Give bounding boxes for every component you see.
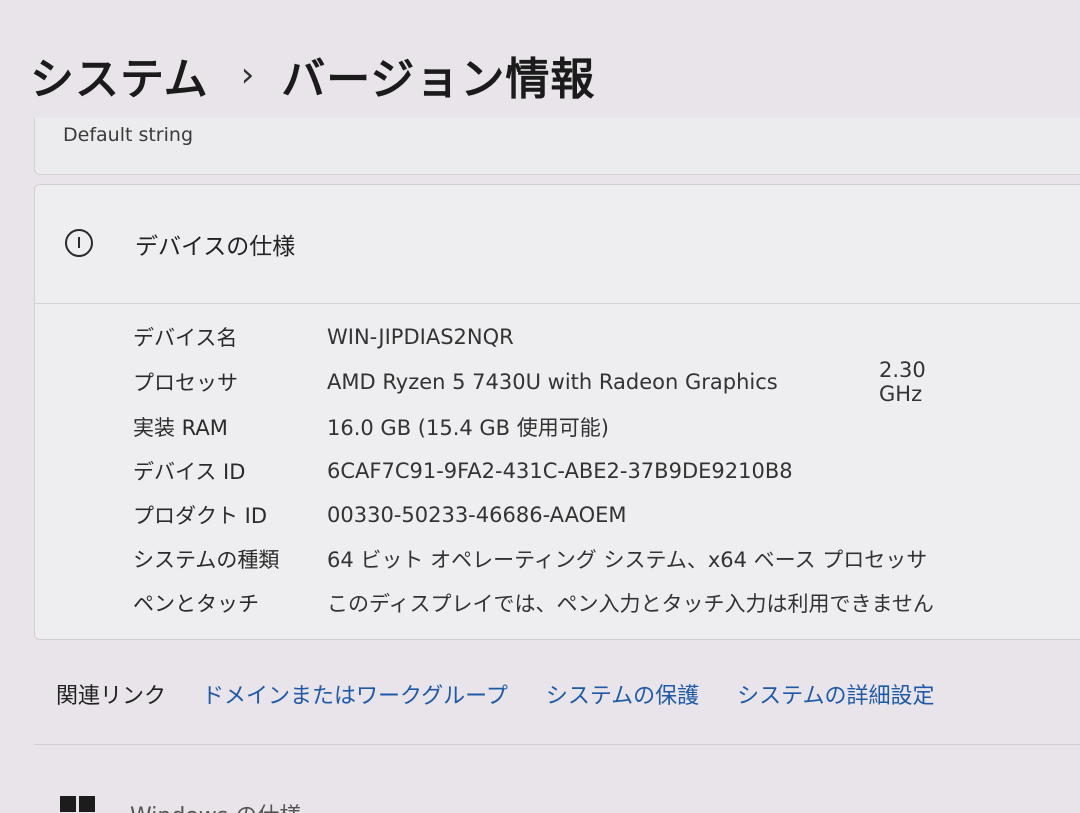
- spec-row-system-type: システムの種類 64 ビット オペレーティング システム、x64 ベース プロセ…: [133, 539, 927, 579]
- spec-value: 16.0 GB (15.4 GB 使用可能): [327, 416, 609, 440]
- breadcrumb-separator-icon: ›: [240, 55, 256, 95]
- spec-row-processor: プロセッサ AMD Ryzen 5 7430U with Radeon Grap…: [133, 358, 926, 406]
- spec-value: WIN-JIPDIAS2NQR: [327, 325, 514, 349]
- previous-card-text: Default string: [63, 124, 194, 146]
- spec-label: 実装 RAM: [133, 416, 228, 440]
- spec-value: AMD Ryzen 5 7430U with Radeon Graphics: [327, 370, 778, 394]
- page-title: バージョン情報: [281, 54, 596, 105]
- spec-value: 00330-50233-46686-AAOEM: [327, 503, 627, 527]
- link-advanced-system-settings[interactable]: システムの詳細設定: [737, 678, 934, 710]
- windows-logo-icon: [60, 796, 96, 813]
- spec-row-product-id: プロダクト ID 00330-50233-46686-AAOEM: [133, 495, 627, 535]
- spec-label: プロセッサ: [133, 371, 238, 395]
- info-icon: [65, 229, 93, 257]
- spec-label: デバイス名: [133, 326, 238, 350]
- spec-value: 64 ビット オペレーティング システム、x64 ベース プロセッサ: [327, 548, 928, 572]
- spec-row-device-name: デバイス名 WIN-JIPDIAS2NQR: [133, 317, 514, 357]
- spec-label: デバイス ID: [133, 460, 246, 484]
- windows-spec-title[interactable]: Windows の仕様: [130, 798, 301, 813]
- link-domain-workgroup[interactable]: ドメインまたはワークグループ: [202, 678, 508, 710]
- link-system-protection[interactable]: システムの保護: [546, 678, 699, 710]
- spec-label: システムの種類: [133, 548, 280, 572]
- device-spec-header[interactable]: デバイスの仕様: [35, 185, 1080, 304]
- processor-speed: 2.30 GHz: [879, 358, 926, 406]
- related-links: 関連リンク ドメインまたはワークグループ システムの保護 システムの詳細設定: [34, 668, 973, 720]
- previous-card: Default string: [34, 118, 1080, 175]
- spec-row-device-id: デバイス ID 6CAF7C91-9FA2-431C-ABE2-37B9DE92…: [133, 451, 793, 491]
- breadcrumb: システム › バージョン情報: [30, 40, 595, 110]
- spec-value: 6CAF7C91-9FA2-431C-ABE2-37B9DE9210B8: [327, 459, 793, 483]
- breadcrumb-parent[interactable]: システム: [30, 43, 209, 107]
- device-spec-card: デバイスの仕様 デバイス名 WIN-JIPDIAS2NQR プロセッサ AMD …: [34, 184, 1080, 640]
- spec-row-ram: 実装 RAM 16.0 GB (15.4 GB 使用可能): [133, 407, 609, 447]
- related-links-label: 関連リンク: [56, 684, 167, 709]
- spec-row-pen-touch: ペンとタッチ このディスプレイでは、ペン入力とタッチ入力は利用できません: [133, 583, 934, 623]
- divider: [34, 744, 1080, 745]
- spec-value: このディスプレイでは、ペン入力とタッチ入力は利用できません: [327, 592, 934, 616]
- spec-label: ペンとタッチ: [133, 592, 259, 616]
- spec-label: プロダクト ID: [133, 504, 268, 528]
- device-spec-title: デバイスの仕様: [135, 234, 296, 260]
